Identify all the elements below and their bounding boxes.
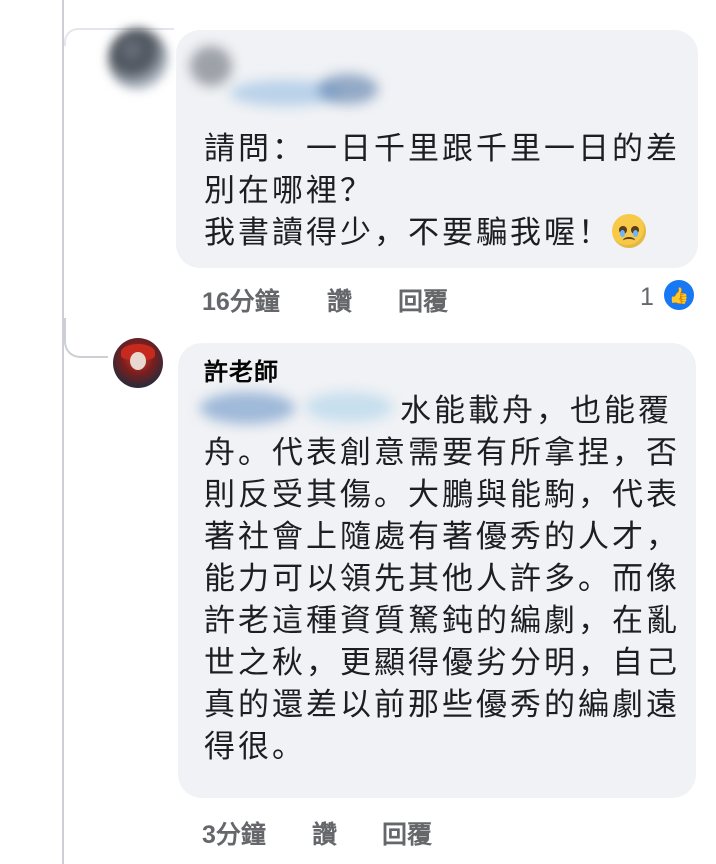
pleading-face-icon: [612, 214, 646, 248]
comment-text: 請問：一日千里跟千里一日的差 別在哪裡？ 我書讀得少，不要騙我喔！: [204, 131, 680, 251]
reaction-count[interactable]: 1: [640, 283, 654, 312]
author-name-blurred[interactable]: [190, 46, 232, 86]
like-button[interactable]: 讚: [312, 815, 337, 851]
like-button[interactable]: 讚: [327, 282, 352, 318]
thread-connector: [64, 318, 108, 358]
comment-author[interactable]: 許老師: [204, 352, 279, 387]
comment-timestamp[interactable]: 16分鐘: [202, 282, 280, 318]
author-name-blurred-part: [318, 74, 378, 104]
comment-text: 水能載舟，也能覆 舟。代表創意需要有所拿捏，否 則反受其傷。大鵬與能駒，代表 著…: [204, 393, 680, 765]
comment-timestamp[interactable]: 3分鐘: [202, 815, 266, 851]
thread-line: [62, 0, 64, 864]
reply-button[interactable]: 回覆: [382, 815, 432, 851]
reply-button[interactable]: 回覆: [398, 282, 448, 318]
avatar[interactable]: [113, 338, 163, 388]
thumbs-up-icon[interactable]: 👍: [662, 278, 696, 312]
avatar-blurred[interactable]: [108, 28, 168, 90]
